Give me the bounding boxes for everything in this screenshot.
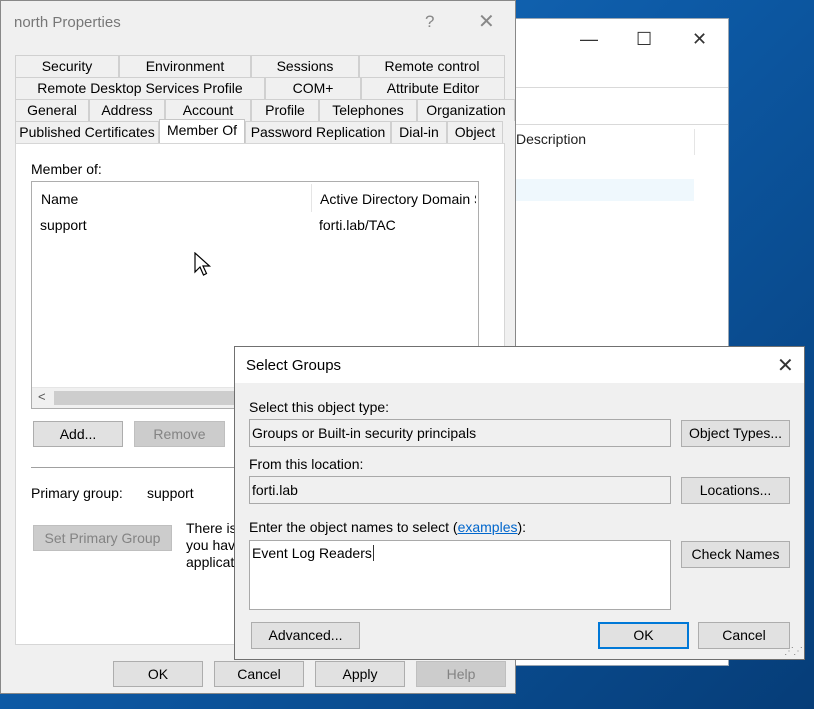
location-field: forti.lab — [249, 476, 671, 504]
check-names-button[interactable]: Check Names — [681, 541, 790, 568]
help-button[interactable]: Help — [416, 661, 506, 687]
tab-environment[interactable]: Environment — [119, 55, 251, 77]
group-name[interactable]: support — [40, 217, 87, 233]
tab-profile[interactable]: Profile — [251, 99, 319, 121]
tab-organization[interactable]: Organization — [417, 99, 515, 121]
object-type-field: Groups or Built-in security principals — [249, 419, 671, 447]
tab-row-3: General Address Account Profile Telephon… — [15, 99, 515, 121]
dialog-title: north Properties — [14, 14, 121, 31]
member-of-label: Member of: — [31, 161, 102, 177]
add-button[interactable]: Add... — [33, 421, 123, 447]
object-names-input[interactable]: Event Log Readers — [249, 540, 671, 610]
note-text-line3: applicati — [186, 554, 238, 570]
list-header: Name Active Directory Domain S — [32, 182, 478, 214]
divider — [506, 124, 728, 125]
location-label: From this location: — [249, 456, 364, 472]
select-groups-dialog: Select Groups ✕ Select this object type:… — [234, 346, 805, 660]
advanced-button[interactable]: Advanced... — [251, 622, 360, 649]
close-icon[interactable]: ✕ — [478, 9, 495, 34]
locations-button[interactable]: Locations... — [681, 477, 790, 504]
tab-row-1: Security Environment Sessions Remote con… — [15, 55, 505, 77]
resize-grip-icon[interactable]: ⋰⋰ — [784, 646, 803, 657]
object-names-label-prefix: Enter the object names to select ( — [249, 519, 458, 535]
tab-remote-control[interactable]: Remote control — [359, 55, 505, 77]
background-window-titlebar[interactable]: — ☐ ✕ — [506, 19, 728, 59]
remove-button[interactable]: Remove — [134, 421, 225, 447]
column-separator[interactable] — [311, 184, 312, 212]
tab-remote-desktop-services-profile[interactable]: Remote Desktop Services Profile — [15, 77, 265, 99]
cancel-button[interactable]: Cancel — [214, 661, 304, 687]
tab-published-certificates[interactable]: Published Certificates — [15, 121, 159, 143]
scroll-left-icon[interactable]: < — [38, 389, 46, 404]
mouse-cursor-icon — [194, 252, 212, 276]
tab-object[interactable]: Object — [447, 121, 503, 143]
tab-com-plus[interactable]: COM+ — [265, 77, 361, 99]
note-text-line1: There is — [186, 520, 237, 536]
tab-row-4: Published Certificates Member Of Passwor… — [15, 119, 503, 143]
maximize-icon[interactable]: ☐ — [636, 29, 652, 50]
apply-button[interactable]: Apply — [315, 661, 405, 687]
minimize-icon[interactable]: — — [580, 29, 598, 50]
column-header-name[interactable]: Name — [41, 191, 78, 207]
tab-security[interactable]: Security — [15, 55, 119, 77]
tab-member-of[interactable]: Member Of — [159, 119, 245, 143]
object-names-label: Enter the object names to select (exampl… — [249, 519, 526, 535]
set-primary-group-button[interactable]: Set Primary Group — [33, 525, 172, 551]
cancel-button[interactable]: Cancel — [698, 622, 790, 649]
primary-group-value: support — [147, 485, 194, 501]
column-header-description[interactable]: Description — [516, 131, 586, 147]
object-names-label-suffix: ): — [517, 519, 527, 535]
dialog-title: Select Groups — [246, 357, 342, 374]
tab-attribute-editor[interactable]: Attribute Editor — [361, 77, 505, 99]
group-folder: forti.lab/TAC — [319, 217, 396, 233]
selected-row[interactable] — [512, 179, 694, 201]
tab-password-replication[interactable]: Password Replication — [245, 121, 391, 143]
object-types-button[interactable]: Object Types... — [681, 420, 790, 447]
close-icon[interactable]: ✕ — [692, 29, 707, 50]
column-header-folder[interactable]: Active Directory Domain S — [320, 191, 476, 207]
tab-dial-in[interactable]: Dial-in — [391, 121, 447, 143]
tab-address[interactable]: Address — [89, 99, 165, 121]
ok-button[interactable]: OK — [598, 622, 689, 649]
close-icon[interactable]: ✕ — [777, 353, 794, 378]
tab-row-2: Remote Desktop Services Profile COM+ Att… — [15, 77, 505, 99]
tab-sessions[interactable]: Sessions — [251, 55, 359, 77]
column-separator — [694, 129, 695, 155]
object-type-label: Select this object type: — [249, 399, 390, 415]
ok-button[interactable]: OK — [113, 661, 203, 687]
primary-group-label: Primary group: — [31, 485, 123, 501]
tab-account[interactable]: Account — [165, 99, 251, 121]
help-icon[interactable]: ? — [425, 12, 434, 32]
object-names-value[interactable]: Event Log Readers — [252, 545, 374, 561]
select-groups-titlebar[interactable]: Select Groups ✕ — [235, 347, 804, 383]
examples-link[interactable]: examples — [458, 519, 518, 535]
tab-general[interactable]: General — [15, 99, 89, 121]
tab-telephones[interactable]: Telephones — [319, 99, 417, 121]
divider — [506, 87, 728, 88]
